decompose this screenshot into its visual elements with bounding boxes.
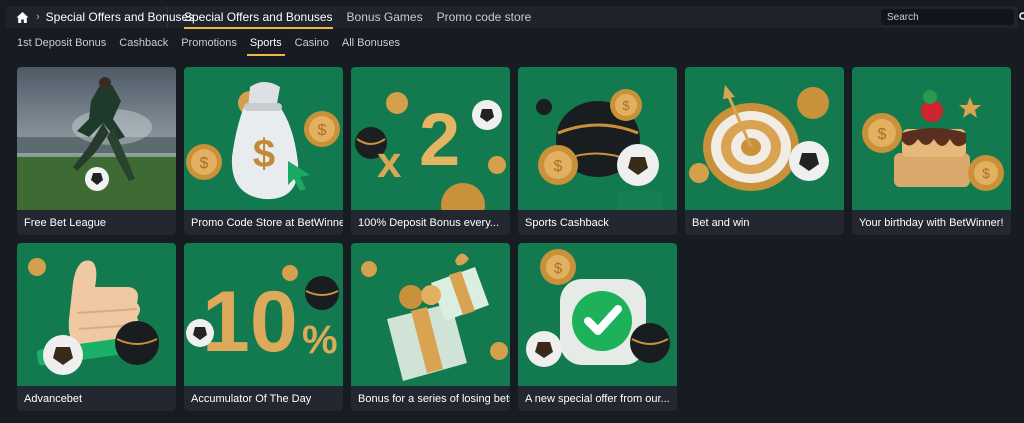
svg-text:x: x [377,138,402,187]
subtab-promotions[interactable]: Promotions [181,35,237,49]
checkmark-image: $ [518,243,677,386]
breadcrumb: › Special Offers and Bonuses [6,6,194,28]
svg-text:$: $ [318,122,327,139]
offer-card-title: A new special offer from our... [525,392,670,405]
offer-card[interactable]: $ $ $ Promo Code Store at BetWinner [184,67,343,235]
offer-card-title: Free Bet League [24,216,106,229]
target-dart-image [685,67,844,210]
offer-card-title: Advancebet [24,392,83,405]
offer-card-title: Your birthday with BetWinner! [859,216,1004,229]
money-bag-image: $ $ $ [184,67,343,210]
offer-card[interactable]: $ $ Sports Cashback [518,67,677,235]
subtab-1st-deposit-bonus[interactable]: 1st Deposit Bonus [17,35,106,49]
breadcrumb-current[interactable]: Special Offers and Bonuses [46,10,195,24]
svg-text:$: $ [554,158,563,175]
offer-card[interactable]: Advancebet [17,243,176,411]
svg-text:$: $ [200,155,209,172]
svg-text:$: $ [253,132,275,176]
search-box [881,9,1024,25]
offer-card-title: Bet and win [692,216,750,229]
sports-balls-image: $ $ [518,67,677,210]
offer-card[interactable]: x 2 100% Deposit Bonus every... [351,67,510,235]
offers-grid: Free Bet League $ $ $ Promo Code Store a… [17,67,1011,411]
offer-card-title: Sports Cashback [525,216,609,229]
soccer-stadium-image [17,67,176,210]
svg-text:$: $ [554,260,563,277]
top-navigation-bar: › Special Offers and Bonuses Special Off… [6,6,1024,29]
gift-box-image [351,243,510,386]
svg-text:10: 10 [202,274,298,370]
svg-text:$: $ [622,98,630,113]
tab-special-offers[interactable]: Special Offers and Bonuses [178,6,339,29]
offer-card[interactable]: $ A new special offer from our... [518,243,677,411]
birthday-cake-image: $ $ [852,67,1011,210]
subtab-cashback[interactable]: Cashback [119,35,168,49]
offer-card[interactable]: Bet and win [685,67,844,235]
search-icon[interactable] [1019,12,1024,22]
ten-percent-image: 10 % [184,243,343,386]
chevron-right-icon: › [36,11,40,23]
svg-text:%: % [302,318,338,362]
subtab-casino[interactable]: Casino [295,35,329,49]
svg-text:2: 2 [419,98,460,181]
category-tabs: 1st Deposit Bonus Cashback Promotions Sp… [17,35,413,57]
tab-promo-code-store[interactable]: Promo code store [431,6,538,28]
offer-card-title: Bonus for a series of losing bets [358,392,510,405]
svg-text:$: $ [878,126,887,143]
offer-card-title: Promo Code Store at BetWinner [191,216,343,229]
offer-card-title: Accumulator Of The Day [191,392,312,405]
header-tabs: Special Offers and Bonuses Bonus Games P… [178,6,539,29]
svg-text:$: $ [982,165,990,181]
subtab-sports[interactable]: Sports [246,35,285,56]
offer-card-title: 100% Deposit Bonus every... [358,216,500,229]
offer-card[interactable]: 10 % Accumulator Of The Day [184,243,343,411]
offer-card[interactable]: Free Bet League [17,67,176,235]
offer-card[interactable]: $ $ Your birthday with BetWinner! [852,67,1011,235]
tab-bonus-games[interactable]: Bonus Games [341,6,429,28]
thumbs-up-image [17,243,176,386]
home-icon[interactable] [16,11,29,24]
x2-multiplier-image: x 2 [351,67,510,210]
search-input[interactable] [887,11,1019,23]
subtab-all-bonuses[interactable]: All Bonuses [342,35,400,49]
offer-card[interactable]: Bonus for a series of losing bets [351,243,510,411]
